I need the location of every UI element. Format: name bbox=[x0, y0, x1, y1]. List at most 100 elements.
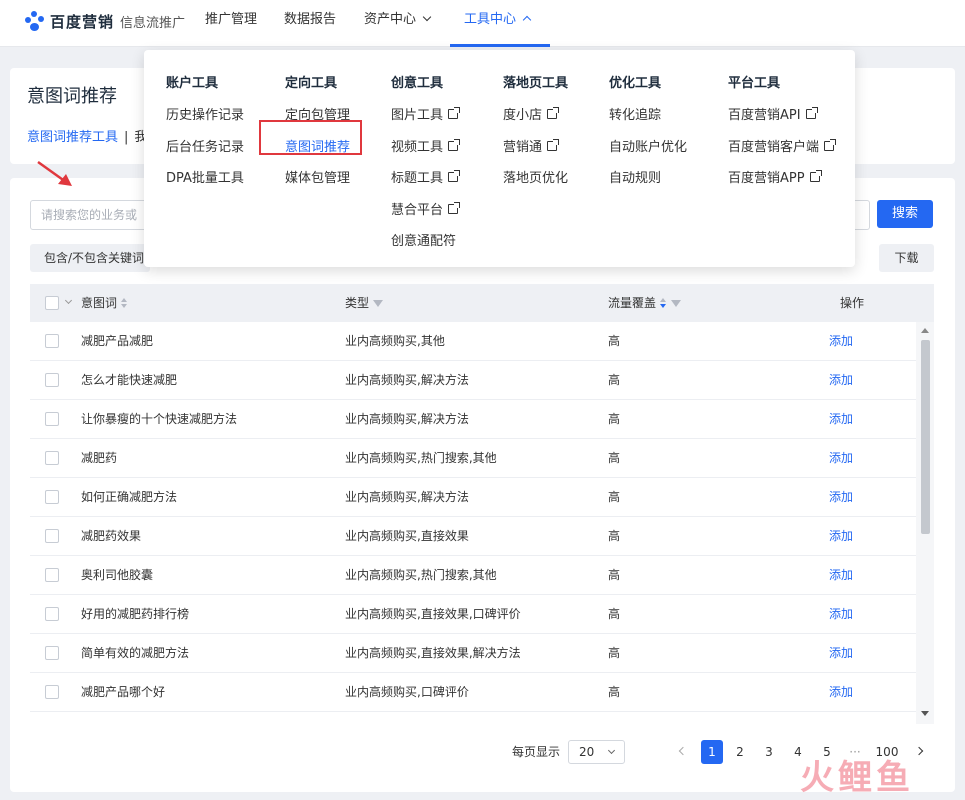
row-checkbox[interactable] bbox=[45, 607, 59, 621]
external-link-icon bbox=[547, 139, 560, 151]
select-all-checkbox[interactable] bbox=[45, 296, 59, 310]
menu-item-media-package[interactable]: 媒体包管理 bbox=[285, 167, 350, 186]
table-scrollbar[interactable] bbox=[916, 322, 934, 724]
table-row: 减肥产品减肥 业内高频购买,其他 高 添加 bbox=[30, 322, 916, 361]
cell-coverage: 高 bbox=[608, 646, 621, 660]
row-checkbox[interactable] bbox=[45, 334, 59, 348]
external-link-icon bbox=[448, 170, 461, 182]
menu-item-image-tool[interactable]: 图片工具 bbox=[391, 104, 461, 123]
row-checkbox[interactable] bbox=[45, 490, 59, 504]
external-link-icon bbox=[824, 139, 837, 151]
cell-type: 业内高频购买,解决方法 bbox=[345, 412, 469, 426]
add-button[interactable]: 添加 bbox=[829, 361, 853, 400]
row-checkbox[interactable] bbox=[45, 568, 59, 582]
per-page-select[interactable]: 20 bbox=[568, 740, 625, 764]
nav-asset-center[interactable]: 资产中心 bbox=[364, 0, 432, 47]
menu-item-dpa-batch[interactable]: DPA批量工具 bbox=[166, 167, 244, 186]
nav-tool-center[interactable]: 工具中心 bbox=[464, 0, 532, 47]
search-button[interactable]: 搜索 bbox=[877, 200, 933, 228]
menu-item-du-xiaodian[interactable]: 度小店 bbox=[503, 104, 560, 123]
cell-coverage: 高 bbox=[608, 529, 621, 543]
menu-item-landing-optimize[interactable]: 落地页优化 bbox=[503, 167, 568, 186]
table-row: 奥利司他胶囊 业内高频购买,热门搜索,其他 高 添加 bbox=[30, 556, 916, 595]
prev-page-icon[interactable] bbox=[678, 746, 688, 756]
cell-keyword: 减肥药 bbox=[81, 451, 118, 465]
download-button[interactable]: 下载 bbox=[879, 244, 934, 272]
brand-logo[interactable]: 百度营销 信息流推广 bbox=[24, 10, 185, 32]
cell-keyword: 简单有效的减肥方法 bbox=[81, 646, 190, 660]
menu-item-app[interactable]: 百度营销APP bbox=[728, 167, 822, 186]
sort-icon[interactable] bbox=[660, 298, 667, 308]
brand-name: 百度营销 bbox=[50, 12, 115, 31]
add-button[interactable]: 添加 bbox=[829, 322, 853, 361]
cell-type: 业内高频购买,直接效果 bbox=[345, 529, 469, 543]
add-button[interactable]: 添加 bbox=[829, 439, 853, 478]
external-link-icon bbox=[547, 107, 560, 119]
menu-item-huihe-platform[interactable]: 慧合平台 bbox=[391, 199, 461, 218]
cell-type: 业内高频购买,其他 bbox=[345, 334, 445, 348]
cell-type: 业内高频购买,热门搜索,其他 bbox=[345, 568, 497, 582]
menu-item-history[interactable]: 历史操作记录 bbox=[166, 104, 244, 123]
menu-item-video-tool[interactable]: 视频工具 bbox=[391, 136, 461, 155]
menu-item-auto-rules[interactable]: 自动规则 bbox=[609, 167, 661, 186]
cell-keyword: 减肥产品哪个好 bbox=[81, 685, 166, 699]
nav-promotion-management[interactable]: 推广管理 bbox=[205, 0, 257, 47]
table-row: 怎么才能快速减肥 业内高频购买,解决方法 高 添加 bbox=[30, 361, 916, 400]
menu-item-client[interactable]: 百度营销客户端 bbox=[728, 136, 837, 155]
filter-icon[interactable] bbox=[671, 300, 682, 307]
per-page-label: 每页显示 bbox=[512, 745, 561, 759]
scrollbar-thumb[interactable] bbox=[921, 340, 930, 534]
cell-coverage: 高 bbox=[608, 490, 621, 504]
row-checkbox[interactable] bbox=[45, 529, 59, 543]
breadcrumb: 意图词推荐工具 | 我 bbox=[27, 126, 147, 145]
add-button[interactable]: 添加 bbox=[829, 673, 853, 712]
row-checkbox[interactable] bbox=[45, 451, 59, 465]
add-button[interactable]: 添加 bbox=[829, 478, 853, 517]
external-link-icon bbox=[448, 107, 461, 119]
cell-keyword: 怎么才能快速减肥 bbox=[81, 373, 178, 387]
add-button[interactable]: 添加 bbox=[829, 517, 853, 556]
cell-type: 业内高频购买,口碑评价 bbox=[345, 685, 469, 699]
main-content-card: 请搜索您的业务或 搜索 包含/不包含关键词 下载 意图词 类型 流量覆盖 操作 … bbox=[10, 178, 955, 792]
menu-item-title-tool[interactable]: 标题工具 bbox=[391, 167, 461, 186]
add-button[interactable]: 添加 bbox=[829, 595, 853, 634]
add-button[interactable]: 添加 bbox=[829, 400, 853, 439]
menu-item-auto-account-optimize[interactable]: 自动账户优化 bbox=[609, 136, 687, 155]
header-coverage[interactable]: 流量覆盖 bbox=[608, 284, 682, 322]
row-checkbox[interactable] bbox=[45, 373, 59, 387]
menu-item-yingxiaotong[interactable]: 营销通 bbox=[503, 136, 560, 155]
page-2[interactable]: 2 bbox=[731, 740, 749, 764]
menu-heading: 平台工具 bbox=[728, 76, 781, 91]
page-1[interactable]: 1 bbox=[701, 740, 723, 764]
nav-data-report[interactable]: 数据报告 bbox=[284, 0, 336, 47]
header-keyword[interactable]: 意图词 bbox=[81, 284, 128, 322]
sort-icon[interactable] bbox=[121, 298, 128, 308]
chevron-down-icon[interactable] bbox=[64, 296, 73, 305]
breadcrumb-link[interactable]: 意图词推荐工具 bbox=[27, 130, 118, 145]
row-checkbox[interactable] bbox=[45, 646, 59, 660]
keyword-filter-button[interactable]: 包含/不包含关键词 bbox=[30, 244, 150, 272]
menu-item-task-records[interactable]: 后台任务记录 bbox=[166, 136, 244, 155]
scroll-up-arrow-icon[interactable] bbox=[921, 328, 929, 333]
menu-item-creative-wildcard[interactable]: 创意通配符 bbox=[391, 230, 456, 249]
cell-type: 业内高频购买,直接效果,口碑评价 bbox=[345, 607, 521, 621]
add-button[interactable]: 添加 bbox=[829, 556, 853, 595]
menu-item-conversion-tracking[interactable]: 转化追踪 bbox=[609, 104, 661, 123]
table-body: 减肥产品减肥 业内高频购买,其他高添加 怎么才能快速减肥 业内高频购买,解决方法高添加… bbox=[30, 322, 916, 712]
menu-heading: 落地页工具 bbox=[503, 76, 569, 91]
cell-type: 业内高频购买,热门搜索,其他 bbox=[345, 451, 497, 465]
cell-keyword: 减肥药效果 bbox=[81, 529, 142, 543]
row-checkbox[interactable] bbox=[45, 412, 59, 426]
menu-heading: 优化工具 bbox=[609, 76, 662, 91]
breadcrumb-separator: | bbox=[124, 130, 129, 145]
cell-coverage: 高 bbox=[608, 451, 621, 465]
add-button[interactable]: 添加 bbox=[829, 634, 853, 673]
table-row: 让你暴瘦的十个快速减肥方法 业内高频购买,解决方法 高 添加 bbox=[30, 400, 916, 439]
page-title: 意图词推荐 bbox=[27, 86, 117, 107]
cell-type: 业内高频购买,直接效果,解决方法 bbox=[345, 646, 521, 660]
scroll-down-arrow-icon[interactable] bbox=[921, 711, 929, 716]
filter-icon[interactable] bbox=[373, 300, 384, 307]
row-checkbox[interactable] bbox=[45, 685, 59, 699]
menu-item-api[interactable]: 百度营销API bbox=[728, 104, 818, 123]
page-3[interactable]: 3 bbox=[760, 740, 778, 764]
